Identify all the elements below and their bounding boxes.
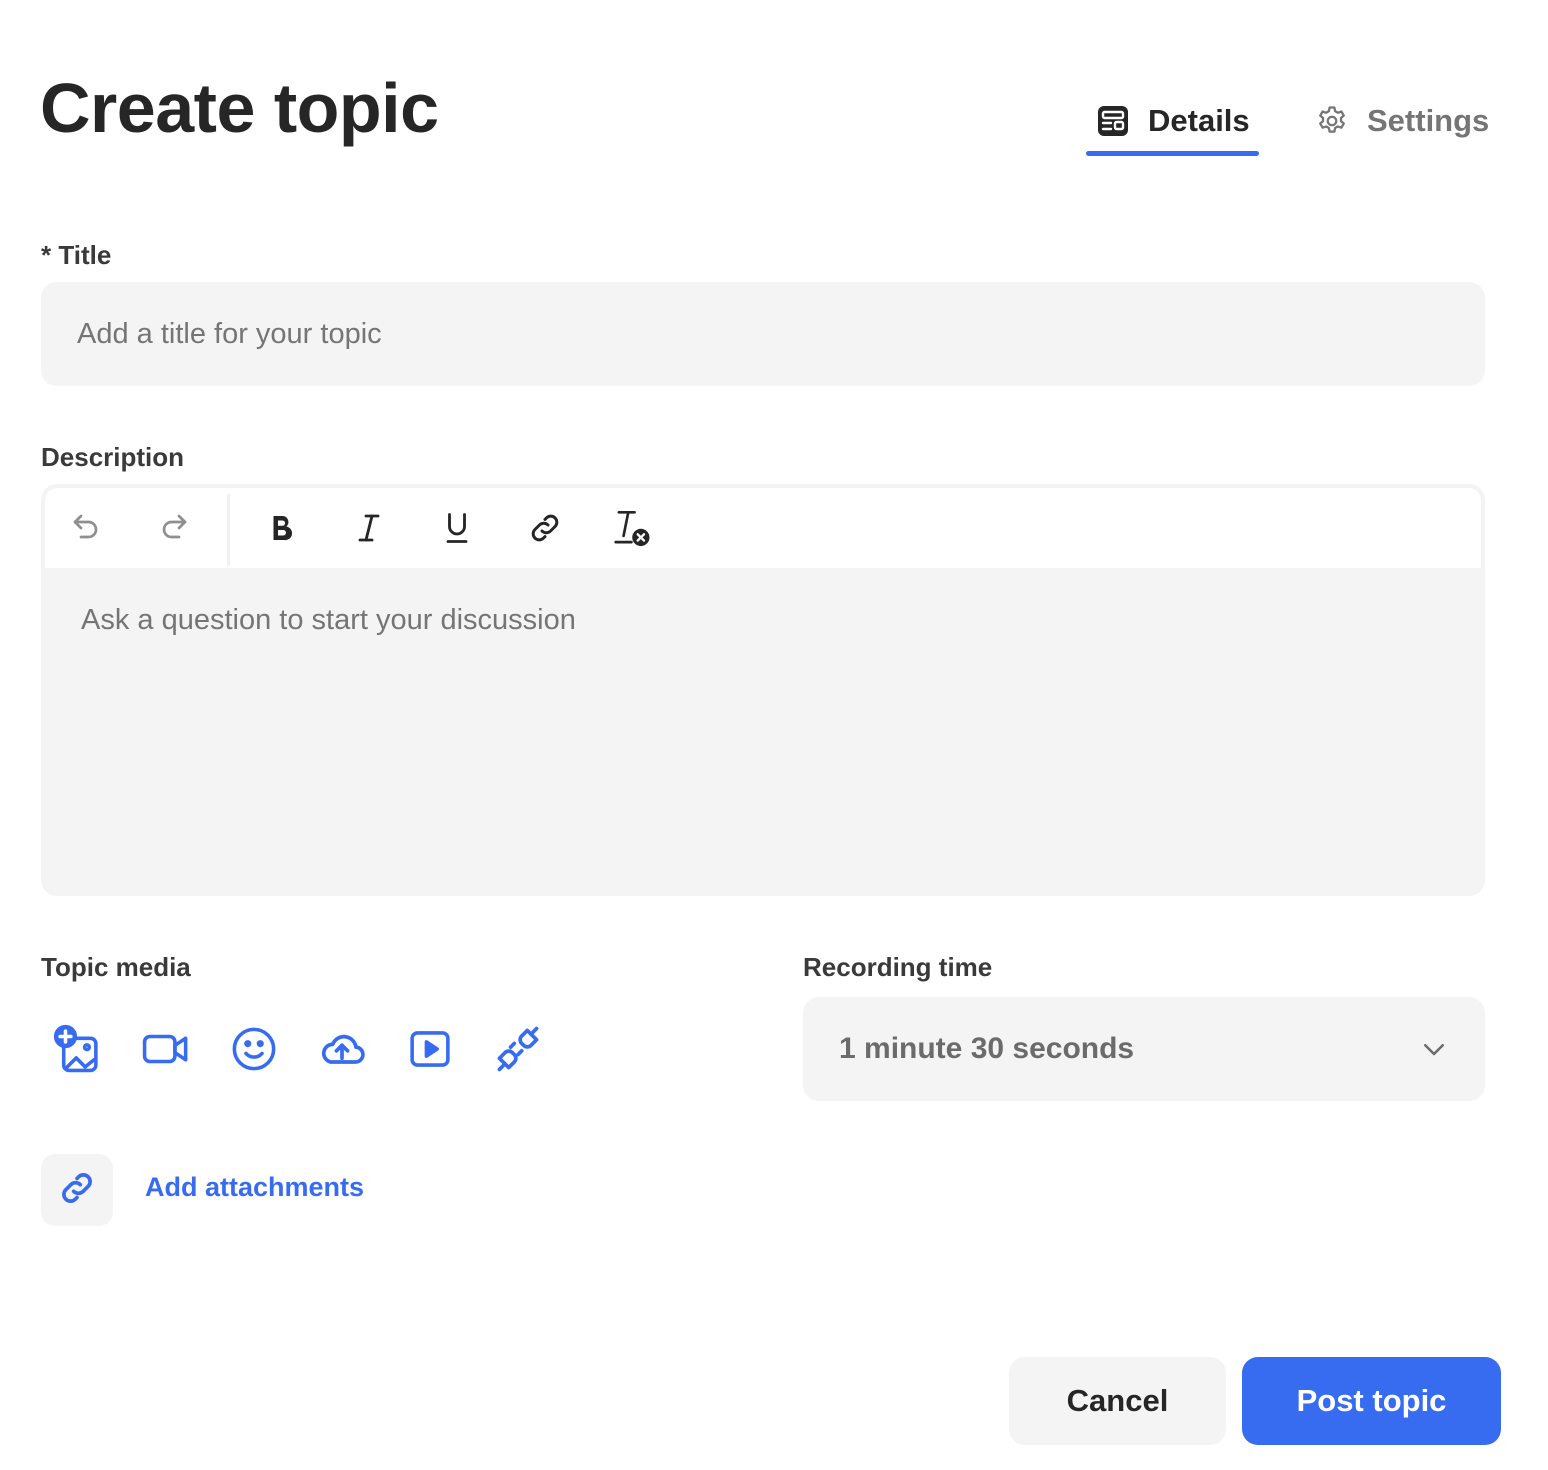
tab-details[interactable]: Details	[1086, 96, 1259, 156]
add-image-icon[interactable]	[52, 1023, 104, 1075]
tab-settings-label: Settings	[1367, 103, 1490, 138]
italic-icon[interactable]	[347, 506, 391, 550]
gear-icon	[1315, 104, 1349, 138]
bold-icon[interactable]	[259, 506, 303, 550]
topic-media-label: Topic media	[41, 952, 191, 982]
title-label: * Title	[41, 240, 112, 270]
video-camera-icon[interactable]	[140, 1023, 192, 1075]
emoji-icon[interactable]	[228, 1023, 280, 1075]
add-attachments-link[interactable]: Add attachments	[145, 1172, 364, 1203]
redo-icon[interactable]	[151, 506, 195, 550]
plug-integration-icon[interactable]	[492, 1023, 544, 1075]
undo-icon[interactable]	[65, 506, 109, 550]
editor-toolbar	[45, 488, 1481, 568]
tab-settings[interactable]: Settings	[1315, 96, 1489, 146]
underline-icon[interactable]	[435, 506, 479, 550]
link-icon[interactable]	[523, 506, 567, 550]
toolbar-divider	[227, 494, 230, 566]
tab-details-label: Details	[1148, 103, 1250, 138]
description-placeholder: Ask a question to start your discussion	[81, 604, 576, 636]
add-attachments-icon-button[interactable]	[41, 1154, 113, 1226]
title-input[interactable]	[41, 282, 1485, 386]
description-editor[interactable]: Ask a question to start your discussion	[41, 484, 1485, 896]
link-icon	[57, 1168, 97, 1213]
description-label: Description	[41, 442, 185, 472]
post-topic-button[interactable]: Post topic	[1242, 1357, 1501, 1445]
page-title: Create topic	[40, 69, 439, 147]
cancel-button[interactable]: Cancel	[1009, 1357, 1226, 1445]
tab-bar: Details Settings	[1086, 96, 1489, 156]
recording-time-label: Recording time	[803, 952, 993, 982]
play-video-icon[interactable]	[404, 1023, 456, 1075]
recording-time-select[interactable]: 1 minute 30 seconds	[803, 997, 1485, 1101]
cloud-upload-icon[interactable]	[316, 1023, 368, 1075]
chevron-down-icon	[1419, 1034, 1449, 1064]
clear-format-icon[interactable]	[611, 506, 655, 550]
details-icon	[1096, 104, 1130, 138]
recording-time-value: 1 minute 30 seconds	[839, 1032, 1135, 1065]
